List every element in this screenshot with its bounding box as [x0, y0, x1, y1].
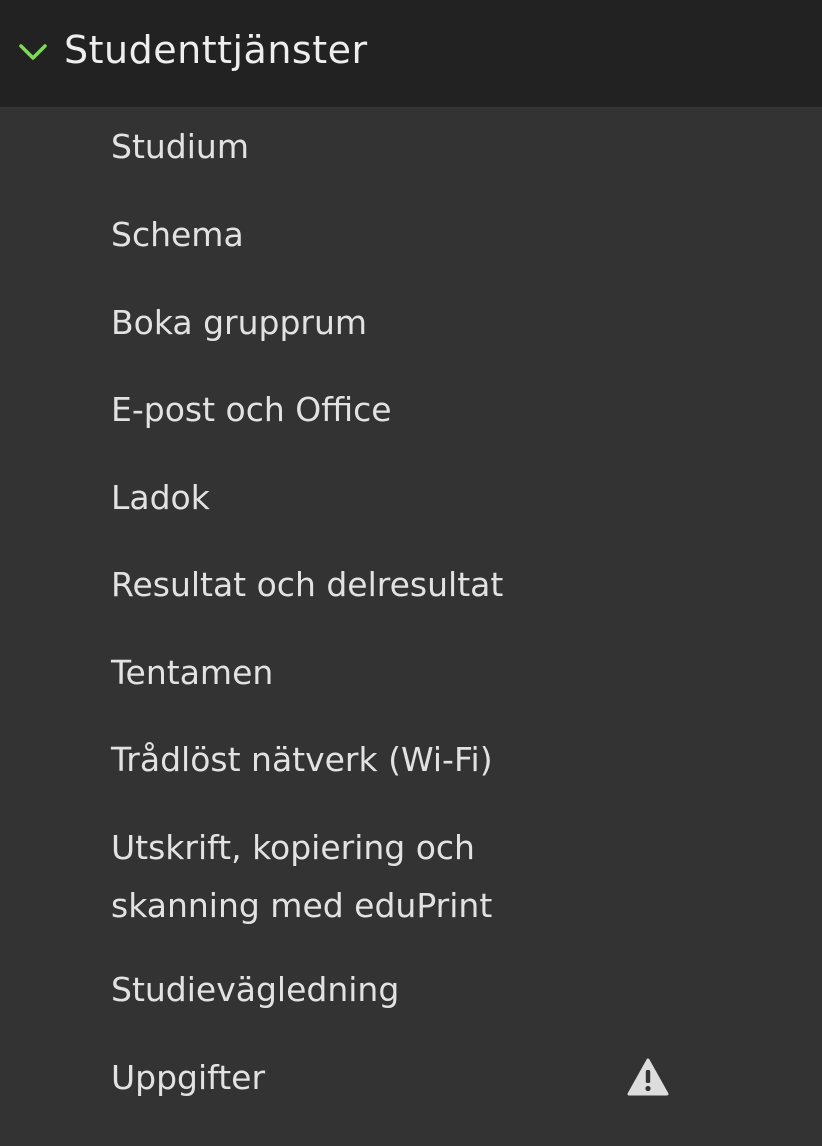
chevron-down-icon	[19, 44, 47, 60]
menu-item-uppgifter[interactable]: Uppgifter	[0, 1049, 822, 1107]
menu-item-label: Uppgifter	[111, 1058, 266, 1097]
menu-item-label: Studievägledning	[111, 970, 400, 1009]
section-header-studenttjanster[interactable]: Studenttjänster	[0, 0, 822, 107]
menu-item-resultat[interactable]: Resultat och delresultat	[0, 556, 822, 614]
menu-item-label: Tentamen	[111, 653, 274, 692]
menu-item-label: Resultat och delresultat	[111, 565, 504, 604]
menu-item-studium[interactable]: Studium	[0, 118, 822, 176]
menu-item-label-line2: skanning med eduPrint	[111, 886, 493, 925]
menu-item-label: Boka grupprum	[111, 303, 368, 342]
menu-item-wifi[interactable]: Trådlöst nätverk (Wi-Fi)	[0, 731, 822, 789]
menu-item-boka-grupprum[interactable]: Boka grupprum	[0, 294, 822, 352]
menu-item-ladok[interactable]: Ladok	[0, 469, 822, 527]
menu-item-epost-office[interactable]: E-post och Office	[0, 381, 822, 439]
menu-item-label: E-post och Office	[111, 390, 392, 429]
menu-item-label: Schema	[111, 215, 244, 254]
warning-icon	[627, 1058, 669, 1096]
section-title: Studenttjänster	[64, 28, 368, 72]
menu-item-tentamen[interactable]: Tentamen	[0, 644, 822, 702]
menu-item-studievagledning[interactable]: Studievägledning	[0, 961, 822, 1019]
menu-item-label: Trådlöst nätverk (Wi-Fi)	[111, 740, 493, 779]
menu-item-label: Studium	[111, 127, 249, 166]
menu-item-schema[interactable]: Schema	[0, 206, 822, 264]
menu-item-label: Ladok	[111, 478, 210, 517]
menu-item-eduprint[interactable]: Utskrift, kopiering och skanning med edu…	[0, 819, 822, 935]
menu-item-label-line1: Utskrift, kopiering och	[111, 828, 475, 867]
student-services-menu: Studenttjänster Studium Schema Boka grup…	[0, 0, 822, 1146]
